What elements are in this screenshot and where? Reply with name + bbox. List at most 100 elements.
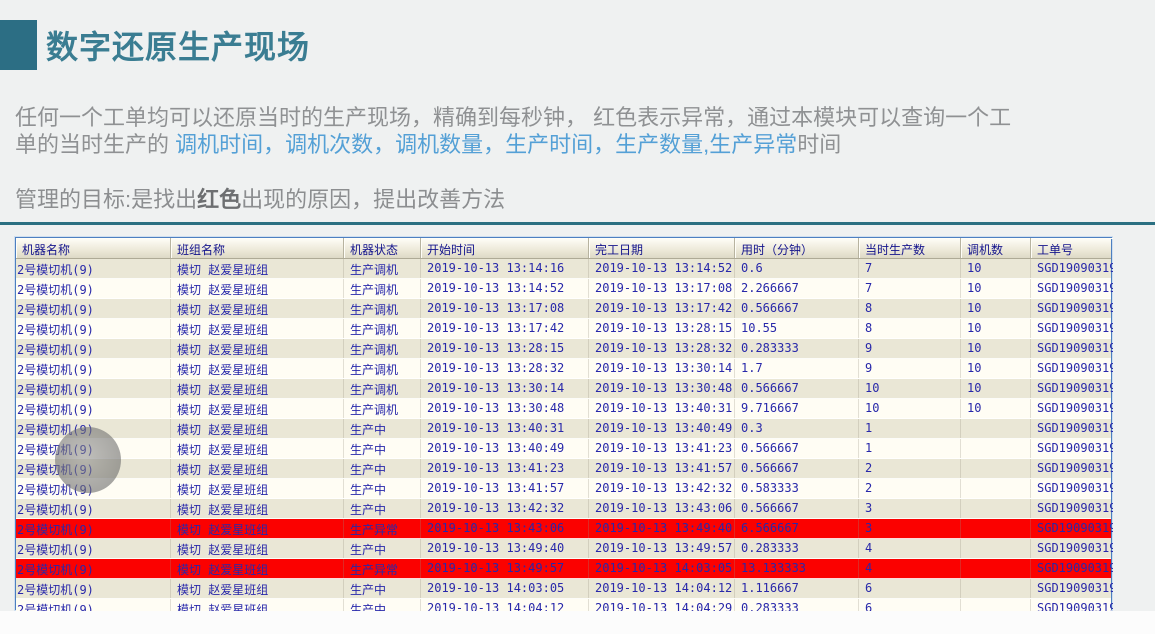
cell-minutes: 0.566667 xyxy=(735,299,859,318)
cell-order: SGD19090319 xyxy=(1031,399,1113,418)
table-row[interactable]: 2号模切机(9)模切 赵爱星班组生产异常2019-10-13 13:43:062… xyxy=(16,519,1111,539)
cell-order: SGD19090319 xyxy=(1031,259,1113,278)
cell-machine: 2号模切机(9) xyxy=(16,259,171,278)
cell-adjust xyxy=(961,579,1031,598)
cell-order: SGD19090319 xyxy=(1031,579,1113,598)
cell-team: 模切 赵爱星班组 xyxy=(171,279,344,298)
cell-produced: 4 xyxy=(859,539,961,558)
header-cell-order[interactable]: 工单号 xyxy=(1031,238,1113,258)
cell-adjust xyxy=(961,419,1031,438)
cell-start: 2019-10-13 13:30:48 xyxy=(421,399,589,418)
cell-produced: 8 xyxy=(859,299,961,318)
cell-produced: 4 xyxy=(859,559,961,578)
page-title: 数字还原生产现场 xyxy=(46,22,310,68)
cell-team: 模切 赵爱星班组 xyxy=(171,299,344,318)
table-row[interactable]: 2号模切机(9)模切 赵爱星班组生产中2019-10-13 13:42:3220… xyxy=(16,499,1111,519)
title-accent-square xyxy=(0,20,37,70)
cell-order: SGD19090319 xyxy=(1031,479,1113,498)
cell-team: 模切 赵爱星班组 xyxy=(171,459,344,478)
cell-start: 2019-10-13 13:30:14 xyxy=(421,379,589,398)
header-cell-start[interactable]: 开始时间 xyxy=(421,238,589,258)
cell-end: 2019-10-13 13:17:08 xyxy=(589,279,735,298)
table-row[interactable]: 2号模切机(9)模切 赵爱星班组生产调机2019-10-13 13:28:152… xyxy=(16,339,1111,359)
cell-start: 2019-10-13 13:42:32 xyxy=(421,499,589,518)
cell-start: 2019-10-13 13:14:52 xyxy=(421,279,589,298)
cell-start: 2019-10-13 14:03:05 xyxy=(421,579,589,598)
cell-adjust xyxy=(961,479,1031,498)
cell-start: 2019-10-13 13:49:40 xyxy=(421,539,589,558)
section-divider xyxy=(0,222,1155,225)
cell-status: 生产中 xyxy=(344,419,421,438)
header-cell-adjust[interactable]: 调机数 xyxy=(961,238,1031,258)
cell-status: 生产调机 xyxy=(344,339,421,358)
cell-minutes: 0.583333 xyxy=(735,479,859,498)
table-row[interactable]: 2号模切机(9)模切 赵爱星班组生产中2019-10-13 13:40:3120… xyxy=(16,419,1111,439)
cell-status: 生产调机 xyxy=(344,399,421,418)
header-cell-team[interactable]: 班组名称 xyxy=(171,238,344,258)
header-cell-end[interactable]: 完工日期 xyxy=(589,238,735,258)
cell-minutes: 1.7 xyxy=(735,359,859,378)
cell-end: 2019-10-13 13:42:32 xyxy=(589,479,735,498)
cell-team: 模切 赵爱星班组 xyxy=(171,579,344,598)
cell-start: 2019-10-13 13:40:49 xyxy=(421,439,589,458)
cell-status: 生产调机 xyxy=(344,359,421,378)
table-row[interactable]: 2号模切机(9)模切 赵爱星班组生产调机2019-10-13 13:17:082… xyxy=(16,299,1111,319)
cell-order: SGD19090319 xyxy=(1031,419,1113,438)
cell-machine: 2号模切机(9) xyxy=(16,579,171,598)
cell-adjust xyxy=(961,539,1031,558)
cell-minutes: 2.266667 xyxy=(735,279,859,298)
table-row[interactable]: 2号模切机(9)模切 赵爱星班组生产中2019-10-13 13:40:4920… xyxy=(16,439,1111,459)
cell-start: 2019-10-13 13:43:06 xyxy=(421,519,589,538)
header-cell-status[interactable]: 机器状态 xyxy=(344,238,421,258)
cursor-indicator xyxy=(55,427,121,493)
cell-produced: 7 xyxy=(859,259,961,278)
production-table: 机器名称班组名称机器状态开始时间完工日期用时（分钟）当时生产数调机数工单号 2号… xyxy=(15,237,1112,610)
header-cell-produced[interactable]: 当时生产数 xyxy=(859,238,961,258)
table-row[interactable]: 2号模切机(9)模切 赵爱星班组生产调机2019-10-13 13:14:522… xyxy=(16,279,1111,299)
cell-end: 2019-10-13 13:41:23 xyxy=(589,439,735,458)
cell-order: SGD19090319 xyxy=(1031,499,1113,518)
cell-end: 2019-10-13 13:28:32 xyxy=(589,339,735,358)
cell-team: 模切 赵爱星班组 xyxy=(171,419,344,438)
cell-status: 生产中 xyxy=(344,539,421,558)
cell-order: SGD19090319 xyxy=(1031,299,1113,318)
cell-produced: 1 xyxy=(859,439,961,458)
table-row[interactable]: 2号模切机(9)模切 赵爱星班组生产调机2019-10-13 13:17:422… xyxy=(16,319,1111,339)
cell-end: 2019-10-13 13:14:52 xyxy=(589,259,735,278)
cell-adjust xyxy=(961,459,1031,478)
table-row[interactable]: 2号模切机(9)模切 赵爱星班组生产中2019-10-13 14:03:0520… xyxy=(16,579,1111,599)
table-row[interactable]: 2号模切机(9)模切 赵爱星班组生产调机2019-10-13 13:14:162… xyxy=(16,259,1111,279)
cell-order: SGD19090319 xyxy=(1031,319,1113,338)
cell-status: 生产中 xyxy=(344,439,421,458)
cell-status: 生产调机 xyxy=(344,279,421,298)
cell-adjust: 10 xyxy=(961,319,1031,338)
intro-paragraph: 任何一个工单均可以还原当时的生产现场，精确到每秒钟， 红色表示异常，通过本模块可… xyxy=(15,104,1019,158)
header-cell-machine[interactable]: 机器名称 xyxy=(16,238,171,258)
cell-team: 模切 赵爱星班组 xyxy=(171,439,344,458)
cell-adjust xyxy=(961,559,1031,578)
cell-team: 模切 赵爱星班组 xyxy=(171,499,344,518)
cell-produced: 10 xyxy=(859,399,961,418)
table-row[interactable]: 2号模切机(9)模切 赵爱星班组生产中2019-10-13 13:41:5720… xyxy=(16,479,1111,499)
cell-minutes: 0.566667 xyxy=(735,499,859,518)
cell-end: 2019-10-13 13:30:48 xyxy=(589,379,735,398)
table-row[interactable]: 2号模切机(9)模切 赵爱星班组生产调机2019-10-13 13:30:482… xyxy=(16,399,1111,419)
cell-start: 2019-10-13 13:17:08 xyxy=(421,299,589,318)
cell-team: 模切 赵爱星班组 xyxy=(171,379,344,398)
cell-adjust: 10 xyxy=(961,359,1031,378)
cell-order: SGD19090319 xyxy=(1031,519,1113,538)
cell-produced: 6 xyxy=(859,579,961,598)
cell-produced: 1 xyxy=(859,419,961,438)
table-row[interactable]: 2号模切机(9)模切 赵爱星班组生产中2019-10-13 13:49:4020… xyxy=(16,539,1111,559)
cell-produced: 10 xyxy=(859,379,961,398)
cell-machine: 2号模切机(9) xyxy=(16,539,171,558)
table-row[interactable]: 2号模切机(9)模切 赵爱星班组生产调机2019-10-13 13:30:142… xyxy=(16,379,1111,399)
cell-machine: 2号模切机(9) xyxy=(16,379,171,398)
table-row[interactable]: 2号模切机(9)模切 赵爱星班组生产异常2019-10-13 13:49:572… xyxy=(16,559,1111,579)
cell-produced: 3 xyxy=(859,499,961,518)
cell-start: 2019-10-13 13:41:57 xyxy=(421,479,589,498)
header-cell-minutes[interactable]: 用时（分钟） xyxy=(735,238,859,258)
cell-order: SGD19090319 xyxy=(1031,559,1113,578)
table-row[interactable]: 2号模切机(9)模切 赵爱星班组生产调机2019-10-13 13:28:322… xyxy=(16,359,1111,379)
table-row[interactable]: 2号模切机(9)模切 赵爱星班组生产中2019-10-13 13:41:2320… xyxy=(16,459,1111,479)
